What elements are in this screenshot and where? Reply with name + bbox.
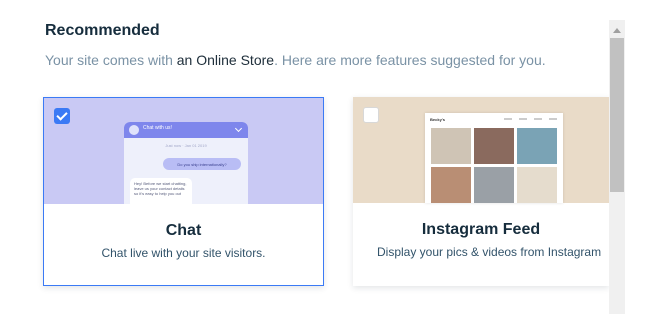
- chat-user-bubble: Do you ship internationally?: [163, 158, 241, 170]
- chat-widget-title: Chat with us!: [143, 125, 172, 131]
- scrollbar-thumb[interactable]: [610, 38, 624, 192]
- scroll-up-arrow-icon[interactable]: [609, 24, 625, 36]
- instagram-checkbox[interactable]: [363, 107, 379, 123]
- subtitle-text-pre: Your site comes with: [45, 52, 177, 68]
- card-title: Chat: [165, 222, 202, 239]
- chat-date: Just now · Jan 01 2019: [165, 143, 207, 148]
- feature-card-instagram[interactable]: Becky's Instagram Feed Display your pics…: [353, 97, 609, 286]
- chevron-down-icon: [234, 124, 243, 133]
- chat-widget-header: Chat with us!: [124, 122, 248, 138]
- instagram-site-brand: Becky's: [430, 117, 445, 122]
- subtitle-highlight: an Online Store: [176, 52, 275, 68]
- photo-tile: [517, 167, 557, 203]
- card-description: Display your pics & videos from Instagra…: [377, 245, 602, 259]
- card-description: Chat live with your site visitors.: [101, 246, 266, 260]
- vertical-scrollbar[interactable]: [609, 20, 625, 314]
- photo-tile: [474, 167, 514, 203]
- chat-widget-mock: Chat with us! Just now · Jan 01 2019 Do …: [124, 122, 248, 204]
- chat-reply-bubble: Hey! Before we start chatting, leave us …: [130, 178, 192, 204]
- card-title: Instagram Feed: [421, 221, 541, 238]
- instagram-site-mock: Becky's: [425, 113, 563, 203]
- instagram-photo-grid: [431, 128, 557, 203]
- photo-tile: [431, 167, 471, 203]
- chat-avatar-icon: [129, 125, 139, 135]
- photo-tile: [431, 128, 471, 164]
- instagram-preview: Becky's: [353, 97, 609, 203]
- chat-preview: Chat with us! Just now · Jan 01 2019 Do …: [44, 98, 323, 204]
- photo-tile: [517, 128, 557, 164]
- section-subtitle: Your site comes with an Online Store. He…: [45, 52, 546, 68]
- photo-tile: [474, 128, 514, 164]
- feature-card-chat[interactable]: Chat with us! Just now · Jan 01 2019 Do …: [43, 97, 324, 286]
- instagram-site-nav: [504, 118, 557, 120]
- chat-checkbox[interactable]: [54, 108, 70, 124]
- section-heading: Recommended: [45, 22, 160, 39]
- subtitle-text-post: . Here are more features suggested for y…: [274, 52, 546, 68]
